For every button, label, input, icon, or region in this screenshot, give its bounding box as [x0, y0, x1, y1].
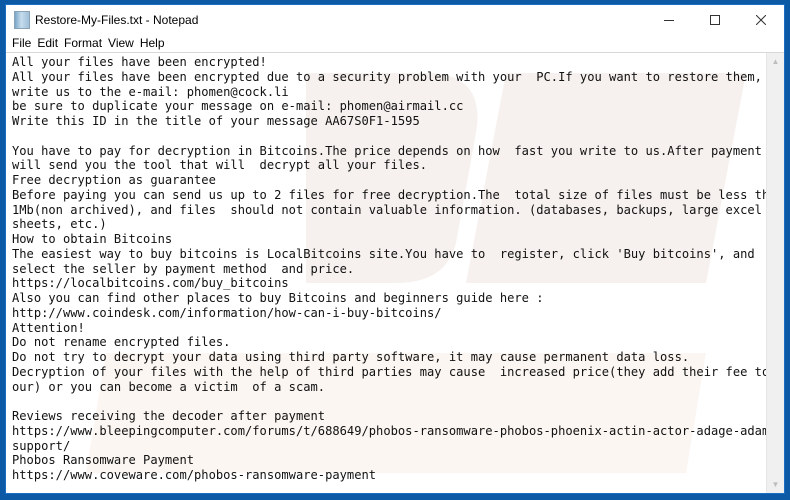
text-line: write us to the e-mail: phomen@cock.li — [12, 84, 289, 99]
text-line: be sure to duplicate your message on e-m… — [12, 99, 464, 114]
text-line: https://www.bleepingcomputer.com/forums/… — [12, 423, 766, 438]
minimize-icon — [664, 19, 674, 21]
text-line: Decryption of your files with the help o… — [12, 364, 766, 379]
text-editor[interactable]: All your files have been encrypted! All y… — [6, 53, 766, 493]
text-line: Phobos Ransomware Payment — [12, 453, 195, 468]
text-line: All your files have been encrypted! — [12, 55, 267, 69]
editor: All your files have been encrypted! All y… — [6, 53, 784, 493]
text-line: http://www.coindesk.com/information/how-… — [12, 305, 442, 320]
maximize-icon — [710, 14, 720, 25]
text-line: Reviews receiving the decoder after paym… — [12, 409, 326, 423]
text-line — [12, 394, 766, 409]
title-bar[interactable]: Restore-My-Files.txt - Notepad — [6, 5, 784, 34]
text-line: The easiest way to buy bitcoins is Local… — [12, 246, 755, 261]
maximize-button[interactable] — [692, 5, 738, 34]
text-line: https://www.coveware.com/phobos-ransomwa… — [12, 468, 377, 482]
text-line: https://localbitcoins.com/buy_bitcoins — [12, 276, 289, 291]
menu-format[interactable]: Format — [61, 36, 105, 50]
text-line: Free decryption as guarantee — [12, 173, 216, 187]
text-line: select the seller by payment method and … — [12, 261, 355, 276]
text-line — [12, 129, 766, 144]
text-line: Write this ID in the title of your messa… — [12, 114, 420, 128]
scroll-down-button[interactable]: ▼ — [767, 476, 784, 493]
text-line: All your files have been encrypted due t… — [12, 69, 762, 84]
document-text: All your files have been encrypted! All y… — [12, 55, 766, 483]
menu-view[interactable]: View — [105, 36, 137, 50]
menu-help[interactable]: Help — [137, 36, 168, 50]
menu-edit[interactable]: Edit — [34, 36, 61, 50]
text-line: Do not try to decrypt your data using th… — [12, 350, 690, 364]
window-title: Restore-My-Files.txt - Notepad — [35, 12, 199, 27]
text-line: Attention! — [12, 320, 85, 335]
text-line: support/ — [12, 438, 71, 453]
text-line: You have to pay for decryption in Bitcoi… — [12, 143, 766, 158]
close-icon — [756, 14, 766, 25]
menu-file[interactable]: File — [9, 36, 34, 50]
scroll-up-arrow-icon: ▲ — [771, 57, 780, 66]
scroll-up-button[interactable]: ▲ — [767, 53, 784, 70]
scroll-down-arrow-icon: ▼ — [771, 480, 780, 489]
text-line: our) or you can become a victim of a sca… — [12, 379, 326, 394]
text-line: Do not rename encrypted files. — [12, 335, 231, 350]
notepad-icon — [14, 10, 30, 29]
text-line: 1Mb(non archived), and files should not … — [12, 202, 762, 217]
notepad-window: Restore-My-Files.txt - Notepad File Edit… — [5, 4, 785, 494]
text-line: Also you can find other places to buy Bi… — [12, 291, 544, 305]
text-line: Before paying you can send us up to 2 fi… — [12, 187, 766, 202]
menu-bar: File Edit Format View Help — [6, 34, 784, 53]
window-controls — [646, 5, 784, 34]
close-button[interactable] — [738, 5, 784, 34]
text-line: will send you the tool that will decrypt… — [12, 158, 428, 173]
minimize-button[interactable] — [646, 5, 692, 34]
text-line: sheets, etc.) — [12, 217, 107, 232]
vertical-scrollbar[interactable]: ▲ ▼ — [766, 53, 784, 493]
text-line: How to obtain Bitcoins — [12, 232, 173, 246]
